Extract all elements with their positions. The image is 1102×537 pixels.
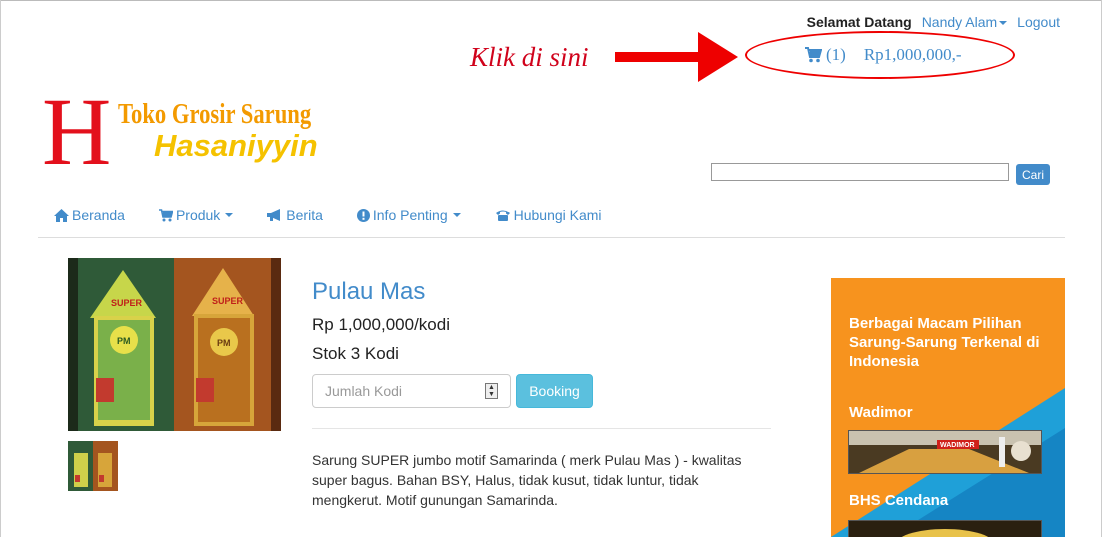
caret-down-icon — [452, 213, 461, 217]
cart-link[interactable]: (1) Rp1,000,000,- — [805, 45, 962, 65]
logo-line2: Hasaniyyin — [154, 128, 318, 163]
nav-label-produk: Produk — [175, 207, 221, 223]
package-brand: PM — [117, 336, 131, 346]
package-label: SUPER — [212, 296, 244, 306]
product-divider — [312, 428, 771, 429]
wadimor-banner[interactable]: WADIMOR — [848, 430, 1042, 474]
nav-item-produk[interactable]: Produk — [158, 207, 234, 223]
sidebar-tagline: Berbagai Macam Pilihan Sarung-Sarung Ter… — [849, 315, 1040, 370]
product-image[interactable]: SUPER SUPER PM PM — [68, 258, 281, 431]
package-brand: PM — [217, 338, 231, 348]
bullhorn-icon — [267, 209, 281, 221]
main-nav: Beranda Produk Berita Info Penting Hubun… — [54, 207, 636, 223]
product-description: Sarung SUPER jumbo motif Samarinda ( mer… — [312, 452, 742, 508]
quantity-placeholder: Jumlah Kodi — [325, 383, 403, 399]
spinner-arrows-icon[interactable]: ▲ ▼ — [485, 383, 498, 399]
package-label: SUPER — [111, 298, 143, 308]
nav-label-beranda: Beranda — [72, 207, 125, 223]
nav-item-berita[interactable]: Berita — [267, 207, 323, 223]
cart-count: (1) — [826, 45, 846, 64]
window-top-border — [0, 0, 1102, 1]
user-bar: Selamat Datang Nandy Alam Logout — [807, 14, 1060, 30]
annotation-label: Klik di sini — [470, 42, 589, 72]
cart-icon — [805, 47, 822, 63]
cart-total: Rp1,000,000,- — [863, 45, 962, 64]
caret-down-icon — [225, 213, 234, 217]
product-stock: Stok 3 Kodi — [312, 344, 399, 363]
cart-icon — [158, 208, 173, 221]
nav-item-info-penting[interactable]: Info Penting — [356, 207, 461, 223]
nav-label-info-penting: Info Penting — [372, 207, 448, 223]
booking-button[interactable]: Booking — [516, 374, 593, 408]
window-left-border — [0, 0, 1, 537]
nav-divider — [38, 237, 1065, 238]
nav-item-beranda[interactable]: Beranda — [54, 207, 125, 223]
product-photo: SUPER SUPER PM PM — [68, 258, 281, 431]
product-thumbnail[interactable] — [68, 441, 118, 491]
bhs-cendana-banner[interactable] — [848, 520, 1042, 537]
welcome-text: Selamat Datang — [806, 14, 912, 30]
search-button[interactable]: Cari — [1016, 164, 1050, 185]
sidebar-ad[interactable]: Berbagai Macam Pilihan Sarung-Sarung Ter… — [831, 278, 1065, 537]
logo-letter: H — [42, 78, 112, 185]
logout-link[interactable]: Logout — [1017, 14, 1060, 30]
product-title[interactable]: Pulau Mas — [312, 278, 425, 306]
user-menu[interactable]: Nandy Alam — [921, 14, 1008, 30]
annotation-arrow-icon — [615, 32, 738, 82]
nav-label-hubungi-kami: Hubungi Kami — [513, 207, 602, 223]
nav-item-hubungi-kami[interactable]: Hubungi Kami — [495, 207, 602, 223]
mosque-image: WADIMOR — [849, 431, 1041, 473]
thumbnail-photo — [68, 441, 118, 491]
nav-label-berita: Berita — [286, 207, 323, 223]
cendana-image — [849, 521, 1041, 537]
product-price: Rp 1,000,000/kodi — [312, 315, 450, 334]
quantity-stepper[interactable]: Jumlah Kodi ▲ ▼ — [312, 374, 511, 408]
sidebar-brand-bhs-cendana: BHS Cendana — [849, 492, 949, 509]
phone-icon — [495, 210, 510, 221]
sidebar-brand-wadimor: Wadimor — [849, 404, 913, 421]
caret-down-icon — [999, 21, 1008, 26]
exclamation-circle-icon — [356, 208, 370, 222]
search-input[interactable] — [711, 163, 1009, 181]
wadimor-logo-text: WADIMOR — [940, 442, 975, 449]
user-name: Nandy Alam — [921, 14, 998, 30]
home-icon — [54, 208, 69, 222]
logo-line1: Toko Grosir Sarung — [118, 98, 312, 130]
